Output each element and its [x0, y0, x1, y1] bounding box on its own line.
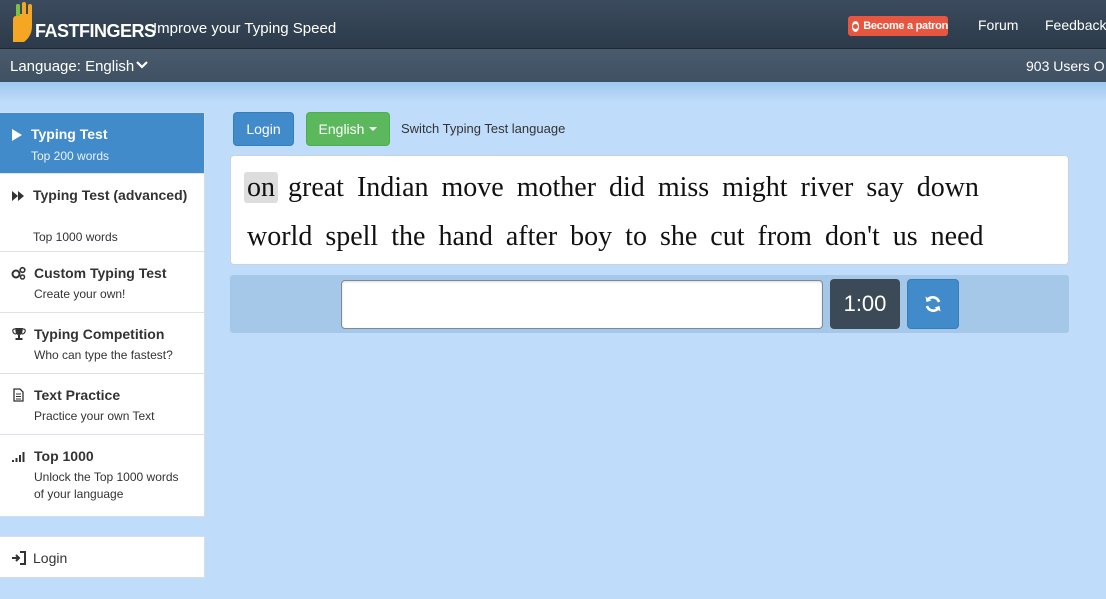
nav-feedback-link[interactable]: Feedback: [1045, 17, 1106, 33]
word: hand: [438, 221, 493, 252]
sidebar-item-subtitle: Create your own!: [34, 287, 126, 301]
top-navbar: FASTFINGERS Improve your Typing Speed Be…: [0, 0, 1106, 49]
document-icon: [13, 388, 24, 402]
patreon-icon: [852, 20, 860, 32]
sidebar-item-title: Custom Typing Test: [34, 265, 167, 281]
word: don't: [824, 221, 880, 252]
word: say: [866, 172, 904, 203]
word: spell: [325, 221, 379, 252]
word: might: [722, 172, 788, 203]
sidebar-item-custom-typing-test[interactable]: Custom Typing Test Create your own!: [0, 252, 204, 313]
language-selector[interactable]: Language: English: [10, 58, 134, 75]
logo-text: FASTFINGERS: [35, 21, 156, 41]
sidebar-item-title: Typing Test: [31, 126, 108, 142]
sidebar-item-subtitle: Who can type the fastest?: [34, 348, 173, 362]
sidebar: Typing Test Top 200 words Typing Test (a…: [0, 112, 205, 517]
timer: 1:00: [830, 279, 900, 329]
word: boy: [570, 221, 613, 252]
tagline: Improve your Typing Speed: [153, 20, 337, 37]
trophy-icon: [12, 328, 26, 340]
sidebar-item-title: Typing Competition: [34, 326, 165, 342]
fastfingers-logo[interactable]: FASTFINGERS: [10, 2, 156, 44]
word: river: [800, 172, 854, 203]
input-row: 1:00: [230, 275, 1069, 333]
sidebar-item-title: Text Practice: [34, 387, 121, 403]
sidebar-item-title: Top 1000: [34, 448, 94, 464]
gears-icon: [11, 266, 26, 280]
word: us: [892, 221, 918, 252]
timer-value: 1:00: [843, 291, 887, 316]
language-dropdown-button[interactable]: English: [306, 112, 390, 146]
sidebar-item-typing-competition[interactable]: Typing Competition Who can type the fast…: [0, 313, 204, 374]
become-patron-button[interactable]: Become a patron: [848, 16, 948, 36]
sign-in-icon: [12, 551, 26, 565]
typing-input[interactable]: [341, 280, 823, 329]
word: move: [441, 172, 504, 203]
sidebar-login[interactable]: Login: [0, 536, 205, 578]
word: cut: [710, 221, 745, 252]
patron-label: Become a patron: [863, 20, 948, 32]
sidebar-item-subtitle: Top 1000 words: [33, 230, 118, 244]
word: need: [930, 221, 984, 252]
word: from: [757, 221, 812, 252]
words-display: on great Indian move mother did miss mig…: [230, 155, 1069, 265]
signal-bars-icon: [12, 452, 25, 462]
play-icon: [12, 129, 22, 141]
reload-button[interactable]: [907, 279, 959, 329]
sidebar-item-subtitle: Practice your own Text: [34, 409, 155, 423]
login-button-label: Login: [246, 121, 281, 137]
users-online: 903 Users O: [1026, 58, 1105, 74]
word: world: [247, 221, 313, 252]
language-button-label: English: [318, 121, 365, 137]
sidebar-item-typing-test-advanced[interactable]: Typing Test (advanced) Top 1000 words: [0, 174, 204, 252]
word: did: [609, 172, 645, 203]
word: she: [659, 221, 698, 252]
word: great: [288, 172, 344, 203]
sidebar-item-text-practice[interactable]: Text Practice Practice your own Text: [0, 374, 204, 435]
word-line-2: world spell the hand after boy to she cu…: [244, 217, 1058, 264]
sidebar-item-subtitle: Unlock the Top 1000 words of your langua…: [34, 470, 179, 501]
refresh-icon: [925, 296, 941, 312]
word: Indian: [356, 172, 429, 203]
hand-logo-icon: [13, 2, 32, 42]
word: after: [505, 221, 558, 252]
sidebar-login-label: Login: [33, 550, 68, 566]
word: miss: [657, 172, 710, 203]
word: mother: [516, 172, 597, 203]
chevron-down-icon[interactable]: [136, 60, 148, 70]
sidebar-item-top-1000[interactable]: Top 1000 Unlock the Top 1000 words of yo…: [0, 435, 204, 516]
word-line-1: on great Indian move mother did miss mig…: [244, 168, 1058, 217]
language-bar: Language: English 903 Users O: [0, 49, 1106, 82]
caret-down-icon: [369, 127, 378, 131]
word: the: [391, 221, 426, 252]
switch-language-label: Switch Typing Test language: [401, 121, 566, 136]
nav-forum-link[interactable]: Forum: [978, 17, 1018, 33]
sidebar-item-typing-test[interactable]: Typing Test Top 200 words: [0, 113, 204, 174]
header-stripe: [0, 82, 1106, 102]
current-word: on: [244, 172, 278, 203]
word: down: [916, 172, 979, 203]
sidebar-item-title: Typing Test (advanced): [33, 187, 188, 203]
sidebar-item-subtitle: Top 200 words: [31, 149, 110, 163]
login-button[interactable]: Login: [233, 112, 294, 146]
word: to: [625, 221, 647, 252]
